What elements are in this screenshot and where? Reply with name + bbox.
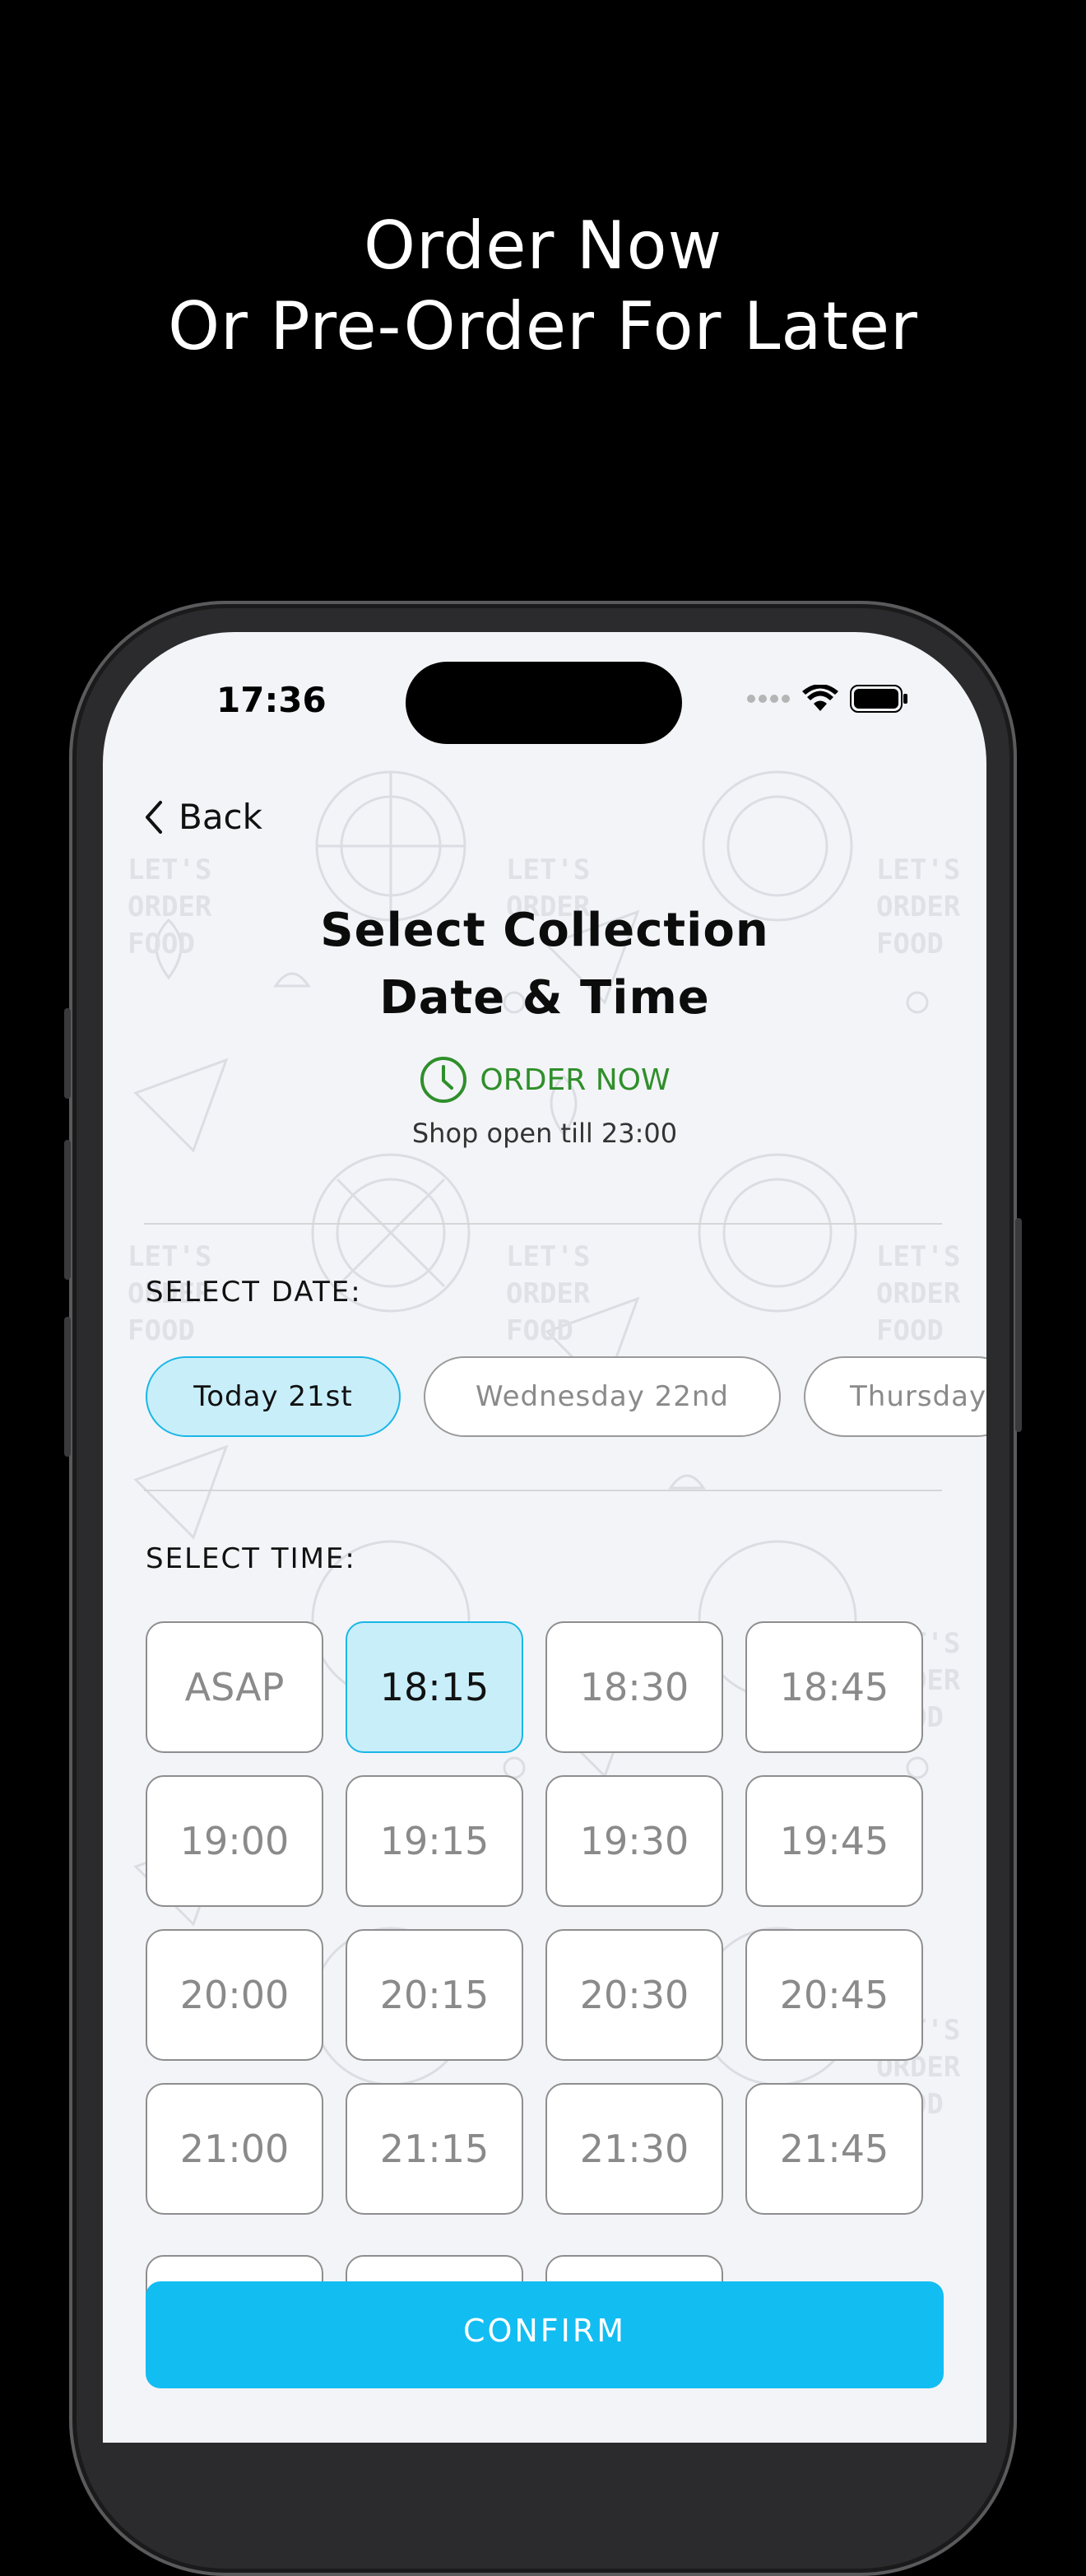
date-option-thursday[interactable]: Thursday [804,1356,986,1437]
time-slot[interactable]: 20:45 [745,1929,923,2061]
app-screen: LET'S ORDER FOOD LET'S ORDER LET'S ORDER… [103,632,986,2443]
page-title-line-1: Select Collection [320,904,769,957]
date-selector: Today 21st Wednesday 22nd Thursday [146,1356,986,1437]
back-label: Back [179,797,262,837]
time-slot[interactable]: 21:30 [545,2083,723,2215]
select-time-label: SELECT TIME: [146,1542,356,1575]
status-icons [746,685,909,713]
battery-icon [850,685,907,713]
time-slot[interactable]: 21:00 [146,2083,323,2215]
phone-side-button [64,1317,71,1457]
date-option-thursday-label: Thursday [850,1380,986,1413]
svg-text:ORDER: ORDER [876,1277,961,1310]
time-slot[interactable]: 21:15 [346,2083,523,2215]
time-slot[interactable]: 19:00 [146,1775,323,1907]
divider [144,1223,942,1225]
svg-text:LET'S: LET'S [506,1240,590,1273]
promo-line-1: Order Now [364,207,722,284]
order-now-indicator: ORDER NOW [103,1055,986,1104]
svg-text:LET'S: LET'S [876,853,960,886]
time-slot-selected[interactable]: 18:15 [346,1621,523,1753]
confirm-button[interactable]: CONFIRM [146,2281,944,2388]
select-date-label: SELECT DATE: [146,1276,362,1309]
time-slot[interactable]: 20:00 [146,1929,323,2061]
time-slot[interactable]: 21:45 [745,2083,923,2215]
date-option-wednesday[interactable]: Wednesday 22nd [424,1356,781,1437]
time-slot[interactable]: 19:15 [346,1775,523,1907]
order-now-label: ORDER NOW [480,1062,671,1097]
phone-side-button [1015,1218,1022,1432]
page-title-line-2: Date & Time [379,971,710,1025]
time-slot[interactable]: 19:45 [745,1775,923,1907]
time-slot[interactable]: 20:15 [346,1929,523,2061]
svg-text:FOOD: FOOD [128,1314,195,1347]
time-slot[interactable]: 18:30 [545,1621,723,1753]
time-slot[interactable]: 18:45 [745,1621,923,1753]
dynamic-island [406,662,682,744]
phone-side-button [64,1140,71,1280]
phone-side-button [64,1008,71,1099]
chevron-left-icon [146,800,162,834]
divider [144,1490,942,1491]
svg-text:ORDER: ORDER [506,1277,591,1310]
svg-text:LET'S: LET'S [128,853,211,886]
time-slot[interactable]: 19:30 [545,1775,723,1907]
svg-text:FOOD: FOOD [876,1314,944,1347]
time-slot-grid: ASAP 18:15 18:30 18:45 19:00 19:15 19:30… [146,1621,923,2215]
back-button[interactable]: Back [144,797,262,837]
signal-dots-icon [747,695,790,703]
time-slot[interactable]: ASAP [146,1621,323,1753]
date-option-today[interactable]: Today 21st [146,1356,401,1437]
clock-icon [420,1057,467,1103]
wifi-icon [802,685,838,711]
page-title: Select Collection Date & Time [103,897,986,1032]
time-slot[interactable]: 20:30 [545,1929,723,2061]
promo-line-2: Or Pre-Order For Later [168,288,918,365]
svg-text:LET'S: LET'S [876,1240,960,1273]
svg-text:LET'S: LET'S [128,1240,211,1273]
svg-text:LET'S: LET'S [506,853,590,886]
shop-open-hours: Shop open till 23:00 [411,1118,678,1149]
status-time: 17:36 [216,680,327,720]
svg-text:FOOD: FOOD [506,1314,573,1347]
promo-headline: Order Now Or Pre-Order For Later [0,206,1086,367]
